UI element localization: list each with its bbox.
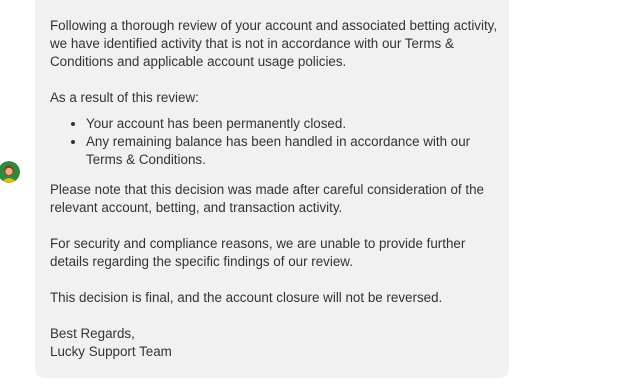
support-agent-avatar-icon <box>0 161 20 183</box>
message-signoff: Best Regards, Lucky Support Team <box>50 325 500 361</box>
message-paragraph-security: For security and compliance reasons, we … <box>50 236 466 269</box>
bullet-item-account-closed: Your account has been permanently closed… <box>86 115 500 133</box>
message-paragraph-result-intro: As a result of this review: <box>50 90 199 105</box>
message-bullet-list: Your account has been permanently closed… <box>50 115 500 169</box>
chat-area: Following a thorough review of your acco… <box>0 0 631 387</box>
message-paragraph-final: This decision is final, and the account … <box>50 290 443 305</box>
bullet-item-balance-handled: Any remaining balance has been handled i… <box>86 133 500 169</box>
message-body: Following a thorough review of your acco… <box>50 17 500 361</box>
signature-text: Lucky Support Team <box>50 344 172 359</box>
signoff-text: Best Regards, <box>50 326 135 341</box>
message-paragraph-review: Following a thorough review of your acco… <box>50 18 498 69</box>
message-paragraph-decision-note: Please note that this decision was made … <box>50 182 484 215</box>
